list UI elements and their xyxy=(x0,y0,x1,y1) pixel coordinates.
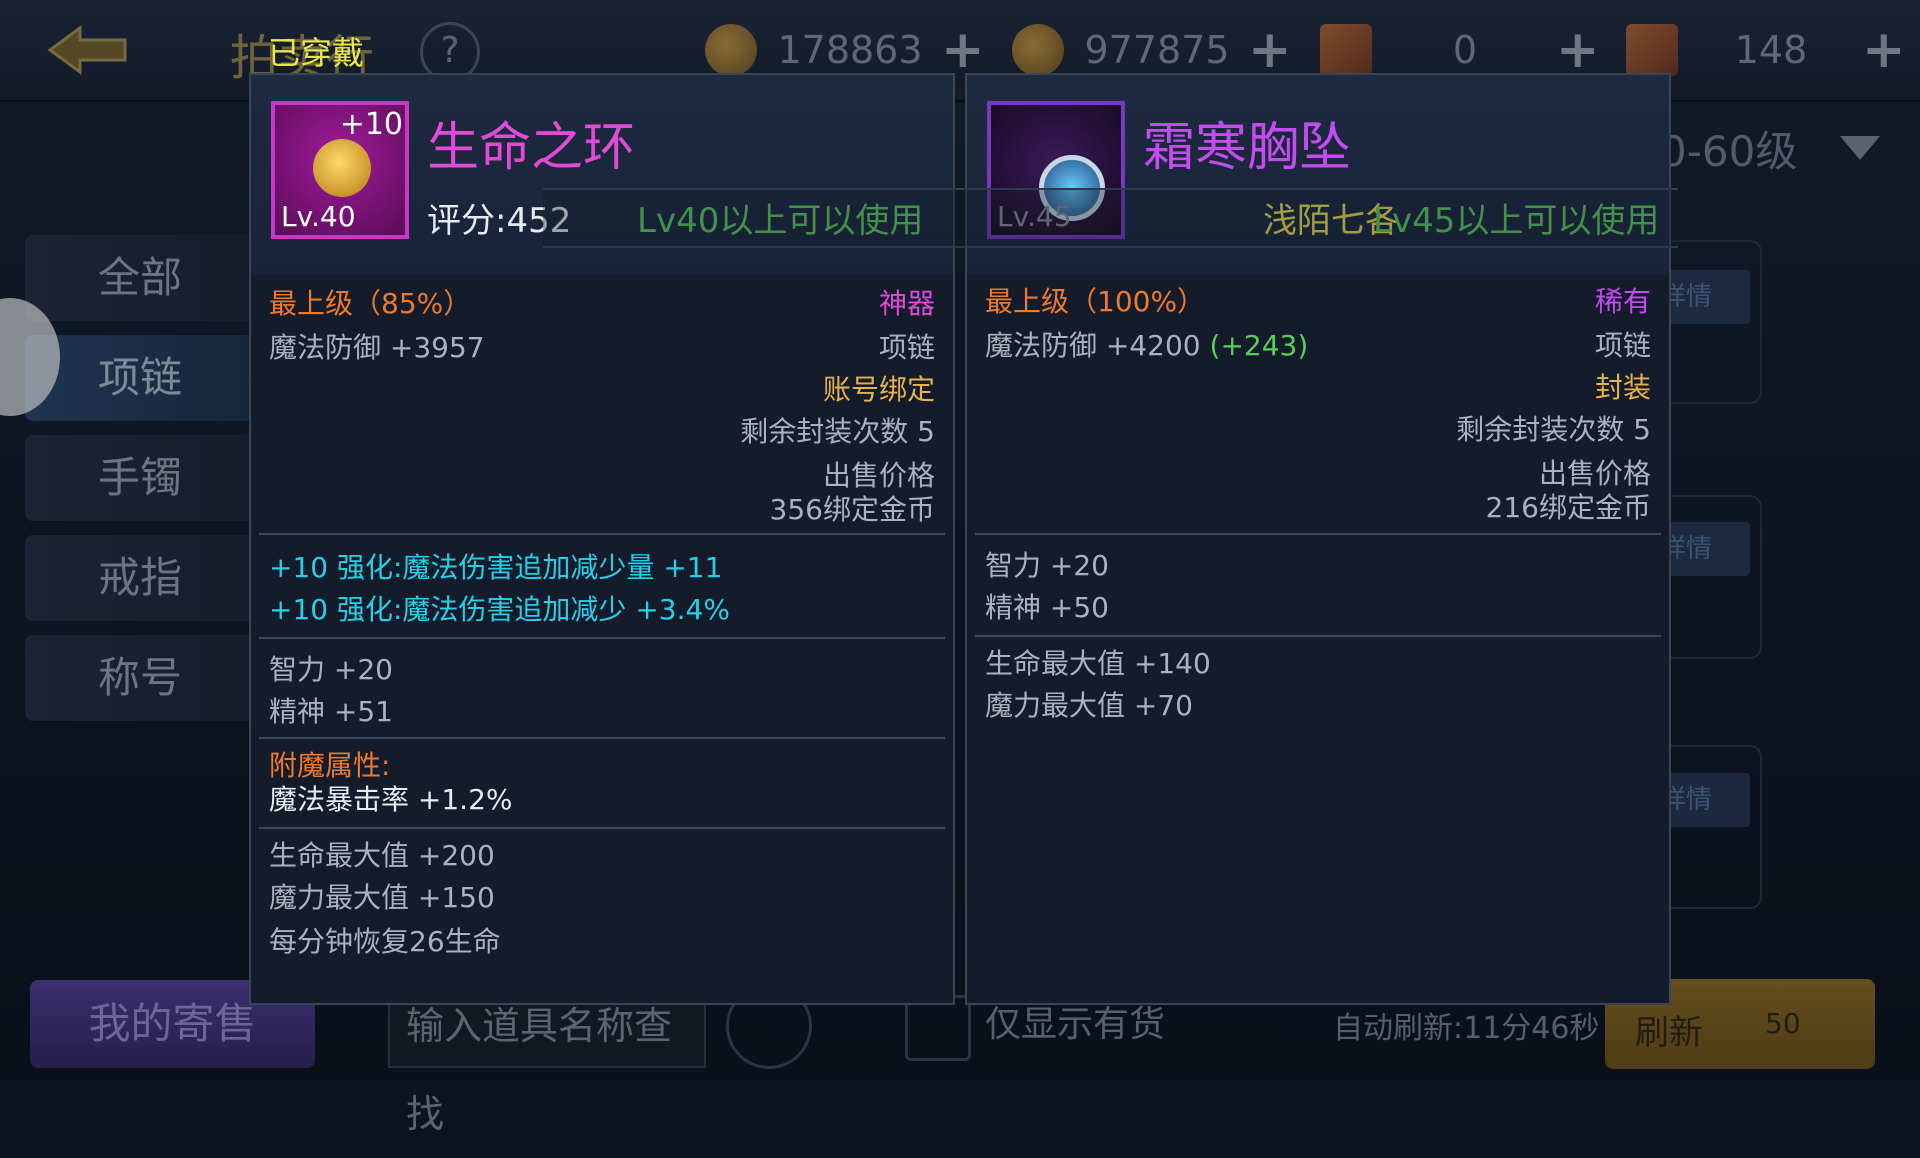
gold-coin-icon xyxy=(705,24,757,76)
item-rarity: 神器 xyxy=(878,287,935,320)
currency-value: 0 xyxy=(1452,28,1478,72)
stat-line: 精神 +50 xyxy=(985,591,1109,624)
item-grade: 最上级（100%） xyxy=(985,285,1206,318)
item-type: 项链 xyxy=(1594,329,1651,362)
stat-line: 智力 +20 xyxy=(269,653,393,686)
item-level: Lv.40 xyxy=(281,200,356,233)
divider xyxy=(259,827,945,829)
enchant-value: 魔法暴击率 +1.2% xyxy=(269,783,513,816)
necklace-icon xyxy=(313,139,371,197)
price-label: 出售价格 xyxy=(822,459,935,492)
add-currency-button[interactable]: + xyxy=(941,24,985,76)
level-range-value: 0-60级 xyxy=(1660,127,1798,176)
currency-bound-gold: 977875 + xyxy=(1012,22,1292,78)
enhance-stat: +10 强化:魔法伤害追加减少量 +11 xyxy=(269,551,723,584)
item-grade: 最上级（85%） xyxy=(269,287,472,320)
item-type: 项链 xyxy=(878,331,935,364)
overlay-band xyxy=(543,188,1678,248)
item-name: 生命之环 xyxy=(427,118,636,178)
main-stat: 魔法防御 +4200 xyxy=(985,329,1201,362)
currency-treasure-scroll: 148 + xyxy=(1626,22,1906,78)
stat-line: 魔力最大值 +70 xyxy=(985,689,1193,722)
equipped-tag: 已穿戴 xyxy=(268,34,365,72)
divider xyxy=(259,533,945,535)
price-label: 出售价格 xyxy=(1538,457,1651,490)
currency-scroll: 0 + xyxy=(1320,22,1600,78)
currency-value: 977875 xyxy=(1084,28,1230,72)
stat-line: 精神 +51 xyxy=(269,695,393,728)
main-stat: 魔法防御 +3957 xyxy=(269,331,485,364)
chevron-down-icon xyxy=(1840,136,1880,160)
refresh-label: 刷新 xyxy=(1635,1013,1703,1053)
bound-coin-icon xyxy=(1012,24,1064,76)
seal-count: 剩余封装次数 5 xyxy=(1456,413,1651,446)
add-currency-button[interactable]: + xyxy=(1556,24,1600,76)
treasure-scroll-icon xyxy=(1626,24,1678,76)
sidebar-item-all[interactable]: 全部 xyxy=(25,235,255,321)
divider xyxy=(975,533,1661,535)
enhance-level: +10 xyxy=(339,107,403,142)
item-icon: +10 Lv.40 xyxy=(271,101,409,239)
currency-gold: 178863 + xyxy=(705,22,985,78)
list-item[interactable] xyxy=(1670,495,1762,659)
back-arrow-icon[interactable] xyxy=(30,20,140,80)
currency-value: 148 xyxy=(1734,28,1808,72)
stat-line: 生命最大值 +140 xyxy=(985,647,1211,680)
enhance-stat: +10 强化:魔法伤害追加减少 +3.4% xyxy=(269,593,730,626)
stat-line: 每分钟恢复26生命 xyxy=(269,925,501,958)
sidebar-item-title[interactable]: 称号 xyxy=(25,635,255,721)
level-range-dropdown[interactable]: 0-60级 xyxy=(1660,118,1900,188)
item-rarity: 稀有 xyxy=(1594,285,1651,318)
auto-refresh-timer: 自动刷新:11分46秒 xyxy=(1333,1011,1600,1046)
divider xyxy=(975,635,1661,637)
bind-status: 封装 xyxy=(1594,371,1651,404)
enchant-label: 附魔属性: xyxy=(269,749,391,782)
add-currency-button[interactable]: + xyxy=(1248,24,1292,76)
stat-line: 智力 +20 xyxy=(985,549,1109,582)
stat-line: 魔力最大值 +150 xyxy=(269,881,495,914)
item-name: 霜寒胸坠 xyxy=(1143,118,1352,178)
sidebar-item-ring[interactable]: 戒指 xyxy=(25,535,255,621)
category-sidebar: 全部 项链 手镯 戒指 称号 xyxy=(25,235,255,735)
scroll-icon xyxy=(1320,24,1372,76)
divider xyxy=(259,637,945,639)
main-stat-diff: (+243) xyxy=(1209,329,1309,362)
price-value: 216绑定金币 xyxy=(1485,491,1651,524)
add-currency-button[interactable]: + xyxy=(1862,24,1906,76)
seal-count: 剩余封装次数 5 xyxy=(740,415,935,448)
bind-status: 账号绑定 xyxy=(822,373,935,406)
price-value: 356绑定金币 xyxy=(769,493,935,526)
list-item[interactable] xyxy=(1670,745,1762,909)
sidebar-item-bracelet[interactable]: 手镯 xyxy=(25,435,255,521)
currency-value: 178863 xyxy=(777,28,923,72)
refresh-cost: 50 xyxy=(1765,1007,1801,1040)
stat-line: 生命最大值 +200 xyxy=(269,839,495,872)
divider xyxy=(259,737,945,739)
